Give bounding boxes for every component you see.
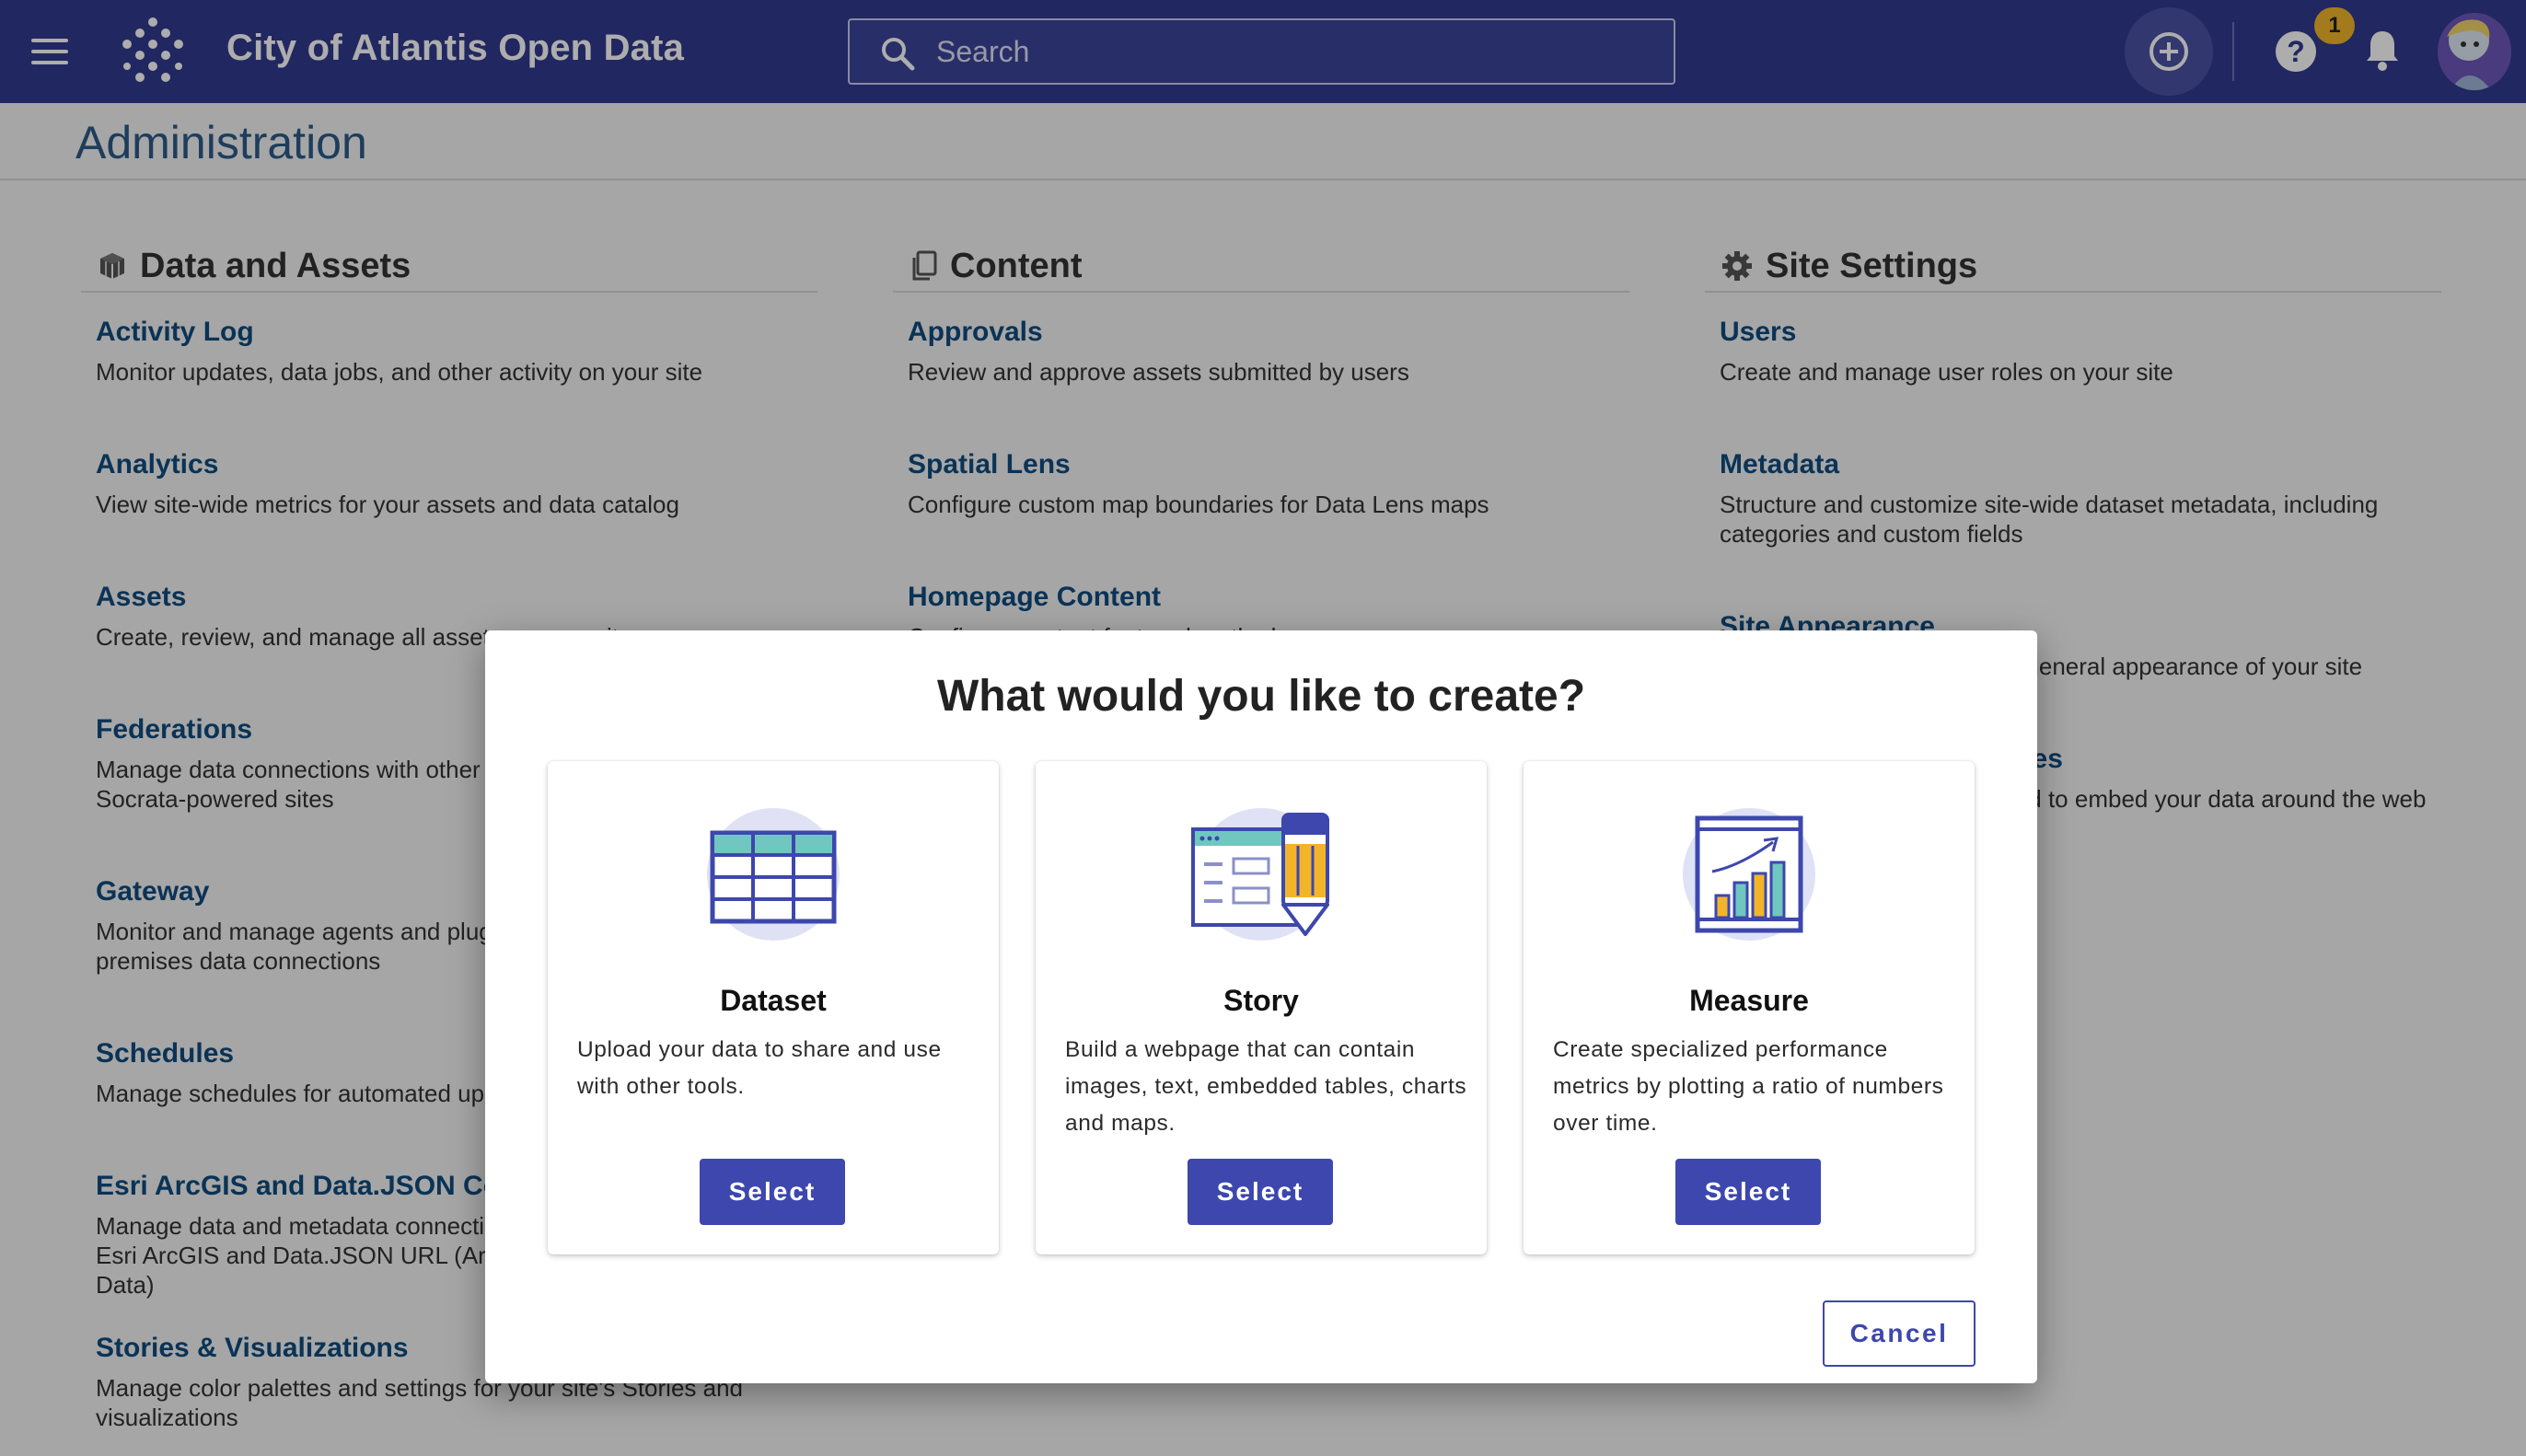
table-icon <box>707 808 840 941</box>
bar-chart-icon <box>1683 808 1815 941</box>
cancel-button[interactable]: Cancel <box>1823 1300 1976 1367</box>
story-pencil-icon <box>1191 808 1329 941</box>
create-dialog: What would you like to create? Dataset U… <box>485 630 2037 1383</box>
dataset-card[interactable]: Dataset Upload your data to share and us… <box>548 761 999 1254</box>
story-card[interactable]: Story Build a webpage that can contain i… <box>1036 761 1487 1254</box>
dialog-title: What would you like to create? <box>936 672 1586 721</box>
card-description: Upload your data to share and use with o… <box>577 1037 942 1099</box>
card-description: Create specialized performance metrics b… <box>1553 1037 1944 1136</box>
select-story-button[interactable]: Select <box>1188 1159 1333 1225</box>
card-description: Build a webpage that can contain images,… <box>1065 1037 1467 1136</box>
card-title: Dataset <box>720 984 827 1017</box>
card-title: Story <box>1223 984 1299 1017</box>
card-title: Measure <box>1689 984 1809 1017</box>
select-measure-button[interactable]: Select <box>1675 1159 1821 1225</box>
select-dataset-button[interactable]: Select <box>700 1159 845 1225</box>
measure-card[interactable]: Measure Create specialized performance m… <box>1524 761 1975 1254</box>
